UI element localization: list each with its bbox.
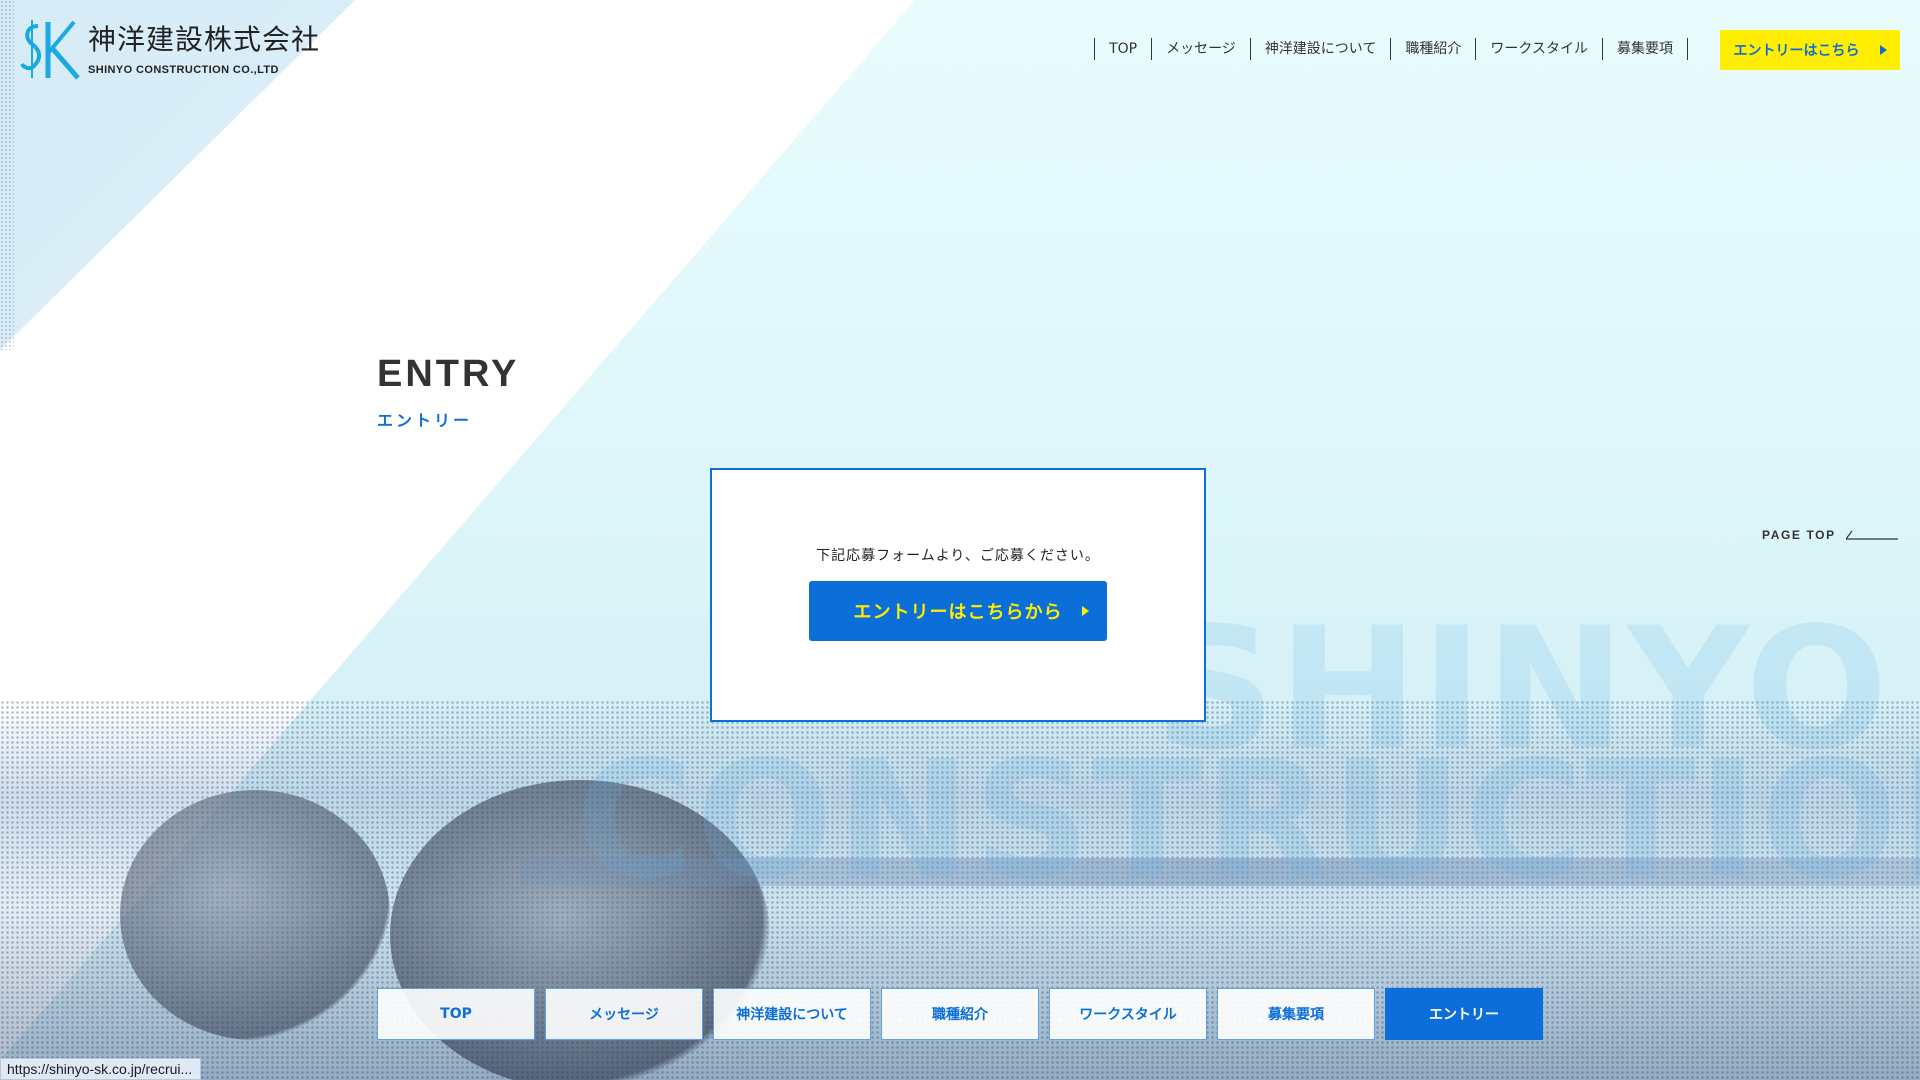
entry-form-button[interactable]: エントリーはこちらから (809, 581, 1107, 641)
page-heading: ENTRY エントリー (377, 355, 519, 431)
nav-item-message[interactable]: メッセージ (1151, 38, 1250, 60)
global-nav: TOP メッセージ 神洋建設について 職種紹介 ワークスタイル 募集要項 (1094, 38, 1688, 60)
status-bar-url: https://shinyo-sk.co.jp/recrui... (0, 1058, 202, 1080)
nav-item-requirements[interactable]: 募集要項 (1602, 38, 1688, 60)
footer-nav-top[interactable]: TOP (377, 988, 535, 1040)
nav-item-jobs[interactable]: 職種紹介 (1390, 38, 1475, 60)
watermark-construction: CONSTRUCTION (575, 727, 1920, 915)
header-entry-button[interactable]: エントリーはこちら (1720, 30, 1900, 70)
footer-nav-message[interactable]: メッセージ (545, 988, 703, 1040)
page-top-link[interactable]: PAGE TOP (1762, 528, 1898, 542)
site-logo[interactable]: 神洋建設株式会社 SHINYO CONSTRUCTION CO.,LTD (18, 18, 320, 80)
nav-item-about[interactable]: 神洋建設について (1249, 38, 1391, 60)
page-subtitle: エントリー (377, 411, 473, 430)
company-name-en: SHINYO CONSTRUCTION CO.,LTD (88, 64, 279, 76)
footer-nav-about[interactable]: 神洋建設について (713, 988, 871, 1040)
page-top-arrow-icon (1845, 530, 1898, 540)
header-entry-label: エントリーはこちら (1733, 43, 1860, 59)
page-top-label: PAGE TOP (1762, 528, 1836, 542)
company-name-jp: 神洋建設株式会社 (88, 23, 321, 56)
footer-nav-entry[interactable]: エントリー (1385, 988, 1543, 1040)
entry-instruction: 下記応募フォームより、ご応募ください。 (816, 548, 1100, 564)
arrow-right-icon (1082, 606, 1089, 616)
sk-logo-icon (18, 18, 80, 80)
background-pipe (120, 790, 390, 1040)
footer-nav-jobs[interactable]: 職種紹介 (881, 988, 1039, 1040)
entry-form-button-label: エントリーはこちらから (853, 602, 1063, 623)
footer-nav: TOP メッセージ 神洋建設について 職種紹介 ワークスタイル 募集要項 エント… (377, 988, 1543, 1040)
page-title: ENTRY (377, 353, 520, 395)
nav-item-workstyle[interactable]: ワークスタイル (1475, 38, 1602, 60)
entry-card: 下記応募フォームより、ご応募ください。 エントリーはこちらから (710, 468, 1206, 722)
nav-item-top[interactable]: TOP (1094, 38, 1151, 60)
arrow-right-icon (1879, 45, 1887, 55)
footer-nav-requirements[interactable]: 募集要項 (1217, 988, 1375, 1040)
footer-nav-workstyle[interactable]: ワークスタイル (1049, 988, 1207, 1040)
